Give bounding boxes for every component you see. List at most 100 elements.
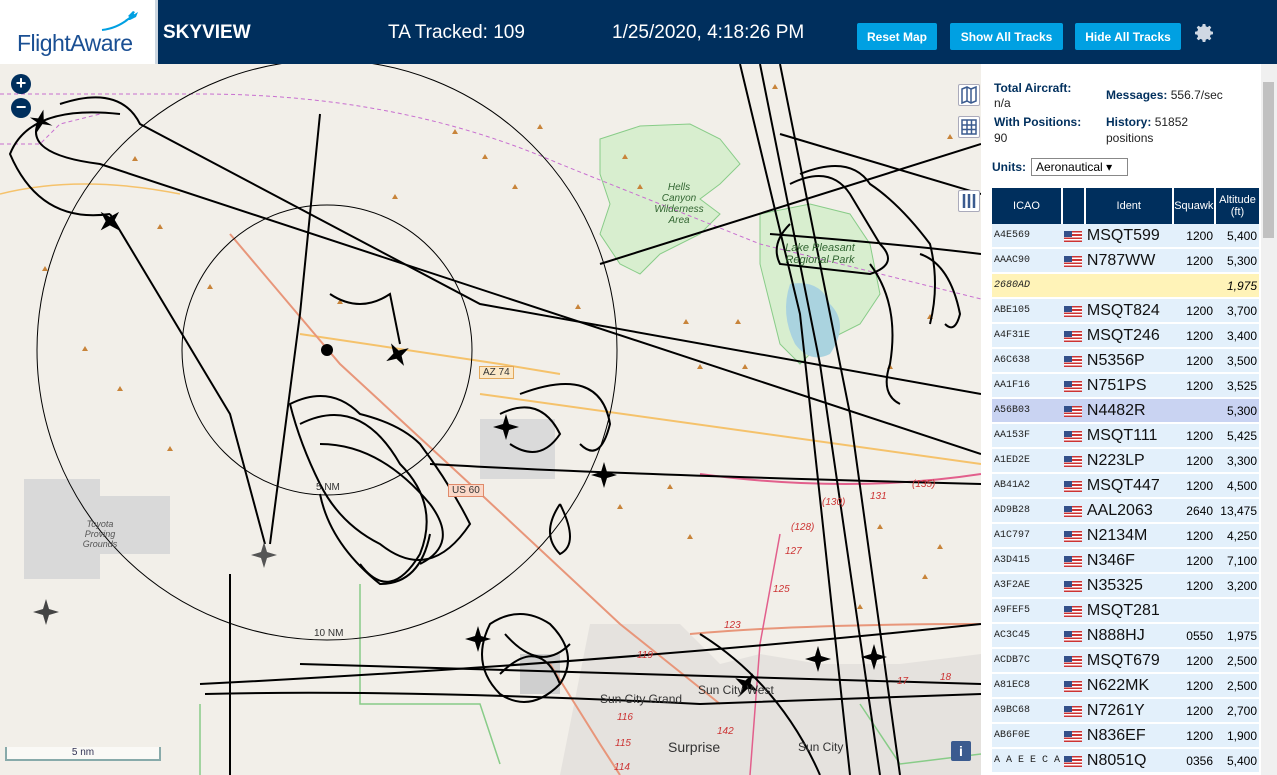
cell-flag [1062,273,1085,299]
cell-flag [1062,473,1085,499]
cell-icao: A6C638 [992,348,1063,374]
col-squawk[interactable]: Squawk [1172,188,1217,224]
table-row[interactable]: A4F31E MSQT246 1200 3,400 [992,323,1259,349]
cell-icao: AC3C45 [992,623,1063,649]
us-flag-icon [1064,680,1083,692]
col-icao[interactable]: ICAO [992,188,1064,224]
cell-ident: N2134M [1084,523,1173,549]
label-lake-pleasant: Lake Pleasant Regional Park [785,242,855,266]
cell-squawk [1172,273,1215,299]
table-row[interactable]: A56B03 N4482R 5,300 [992,398,1259,424]
cell-flag [1062,248,1085,274]
cell-ident [1084,273,1173,299]
cell-squawk [1172,398,1215,424]
label-sun-city-grand: Sun City Grand [600,692,683,706]
table-row[interactable]: A4E569 MSQT599 1200 5,400 [992,224,1259,249]
cell-squawk: 1200 [1172,323,1215,349]
show-all-tracks-button[interactable]: Show All Tracks [950,23,1063,50]
hide-all-tracks-button[interactable]: Hide All Tracks [1075,23,1181,50]
map-icon [961,85,977,105]
sidebar-scrollbar-thumb[interactable] [1263,82,1274,238]
scale-bar: 5 nm [5,747,161,761]
table-row[interactable]: AA153F MSQT111 1200 5,425 [992,423,1259,449]
map-layers-button[interactable] [958,84,980,106]
cell-icao: A4E569 [992,224,1063,249]
cell-squawk: 1200 [1172,523,1215,549]
table-row[interactable]: AA1F16 N751PS 1200 3,525 [992,373,1259,399]
us-flag-icon [1064,530,1083,542]
table-row[interactable]: A6C638 N5356P 1200 3,500 [992,348,1259,374]
table-row[interactable]: ABE105 MSQT824 1200 3,700 [992,298,1259,324]
cell-icao: AD9B28 [992,498,1063,524]
cell-icao: 2680AD [992,273,1063,299]
zoom-out-button[interactable]: − [11,98,31,118]
cell-ident: N8051Q [1084,748,1173,774]
cell-squawk: 2640 [1172,498,1215,524]
cell-icao: AB6F0E [992,723,1063,749]
cell-ident: N35325 [1084,573,1173,599]
total-aircraft-label: Total Aircraft: [994,81,1072,95]
units-select[interactable]: Aeronautical ▾ [1031,158,1128,176]
cell-icao: ACDB7C [992,648,1063,674]
cell-squawk: 1200 [1172,548,1215,574]
gear-icon[interactable] [1192,21,1216,45]
us-flag-icon [1064,605,1083,617]
cell-squawk: 0550 [1172,623,1215,649]
us-flag-icon [1064,455,1083,467]
cell-flag [1062,348,1085,374]
label-az74: AZ 74 [479,366,514,379]
us-flag-icon [1064,505,1083,517]
zoom-in-button[interactable]: + [11,74,31,94]
ta-tracked-count: TA Tracked: 109 [388,22,525,43]
cell-flag [1062,623,1085,649]
table-row[interactable]: ACDB7C MSQT679 1200 2,500 [992,648,1259,674]
flightaware-logo[interactable]: FlightAware [0,0,158,64]
grid-toggle-button[interactable] [958,116,980,138]
cell-icao: A3D415 [992,548,1063,574]
reset-map-button[interactable]: Reset Map [857,23,937,50]
label-surprise: Surprise [668,739,721,755]
table-row[interactable]: A3F2AE N35325 1200 3,200 [992,573,1259,599]
cell-icao: A4F31E [992,323,1063,349]
table-row[interactable]: A A E E C A N8051Q 0356 5,400 [992,748,1259,774]
cell-icao: ABE105 [992,298,1063,324]
cell-squawk: 1200 [1172,348,1215,374]
us-flag-icon [1064,230,1083,242]
columns-toggle-button[interactable] [958,190,980,212]
table-row[interactable]: A1ED2E N223LP 1200 3,300 [992,448,1259,474]
info-button[interactable]: i [951,741,971,761]
cell-flag [1062,573,1085,599]
map-view[interactable]: Hells Canyon Wilderness Area Lake Pleasa… [0,64,981,775]
table-row[interactable]: A81EC8 N622MK 1200 2,500 [992,673,1259,699]
table-row[interactable]: AB6F0E N836EF 1200 1,900 [992,723,1259,749]
cell-altitude: 1,900 [1215,723,1259,749]
cell-flag [1062,548,1085,574]
table-row[interactable]: A9BC68 N7261Y 1200 2,700 [992,698,1259,724]
cell-squawk: 1200 [1172,723,1215,749]
cell-altitude: 4,500 [1215,473,1259,499]
cell-ident: N4482R [1084,398,1173,424]
table-row[interactable]: AD9B28 AAL2063 2640 13,475 [992,498,1259,524]
cell-altitude: 5,400 [1215,748,1259,774]
cell-squawk: 1200 [1172,373,1215,399]
with-positions-value: 90 [994,131,1008,145]
cell-ident: N787WW [1084,248,1173,274]
col-ident[interactable]: Ident [1084,188,1174,224]
with-positions-label: With Positions: [994,115,1082,129]
cell-flag [1062,373,1085,399]
cell-squawk: 1200 [1172,673,1215,699]
col-altitude[interactable]: Altitude (ft) [1215,188,1259,224]
cell-ident: N751PS [1084,373,1173,399]
table-row[interactable]: A3D415 N346F 1200 7,100 [992,548,1259,574]
label-us60: US 60 [448,484,484,497]
table-row[interactable]: A1C797 N2134M 1200 4,250 [992,523,1259,549]
table-row[interactable]: AAAC90 N787WW 1200 5,300 [992,248,1259,274]
table-row[interactable]: AB41A2 MSQT447 1200 4,500 [992,473,1259,499]
table-row[interactable]: A9FEF5 MSQT281 [992,598,1259,624]
table-row[interactable]: 2680AD 1,975 [992,273,1259,299]
us-flag-icon [1064,555,1083,567]
table-row[interactable]: AC3C45 N888HJ 0550 1,975 [992,623,1259,649]
col-flag[interactable] [1062,188,1086,224]
cell-ident: MSQT281 [1084,598,1173,624]
us-flag-icon [1064,305,1083,317]
